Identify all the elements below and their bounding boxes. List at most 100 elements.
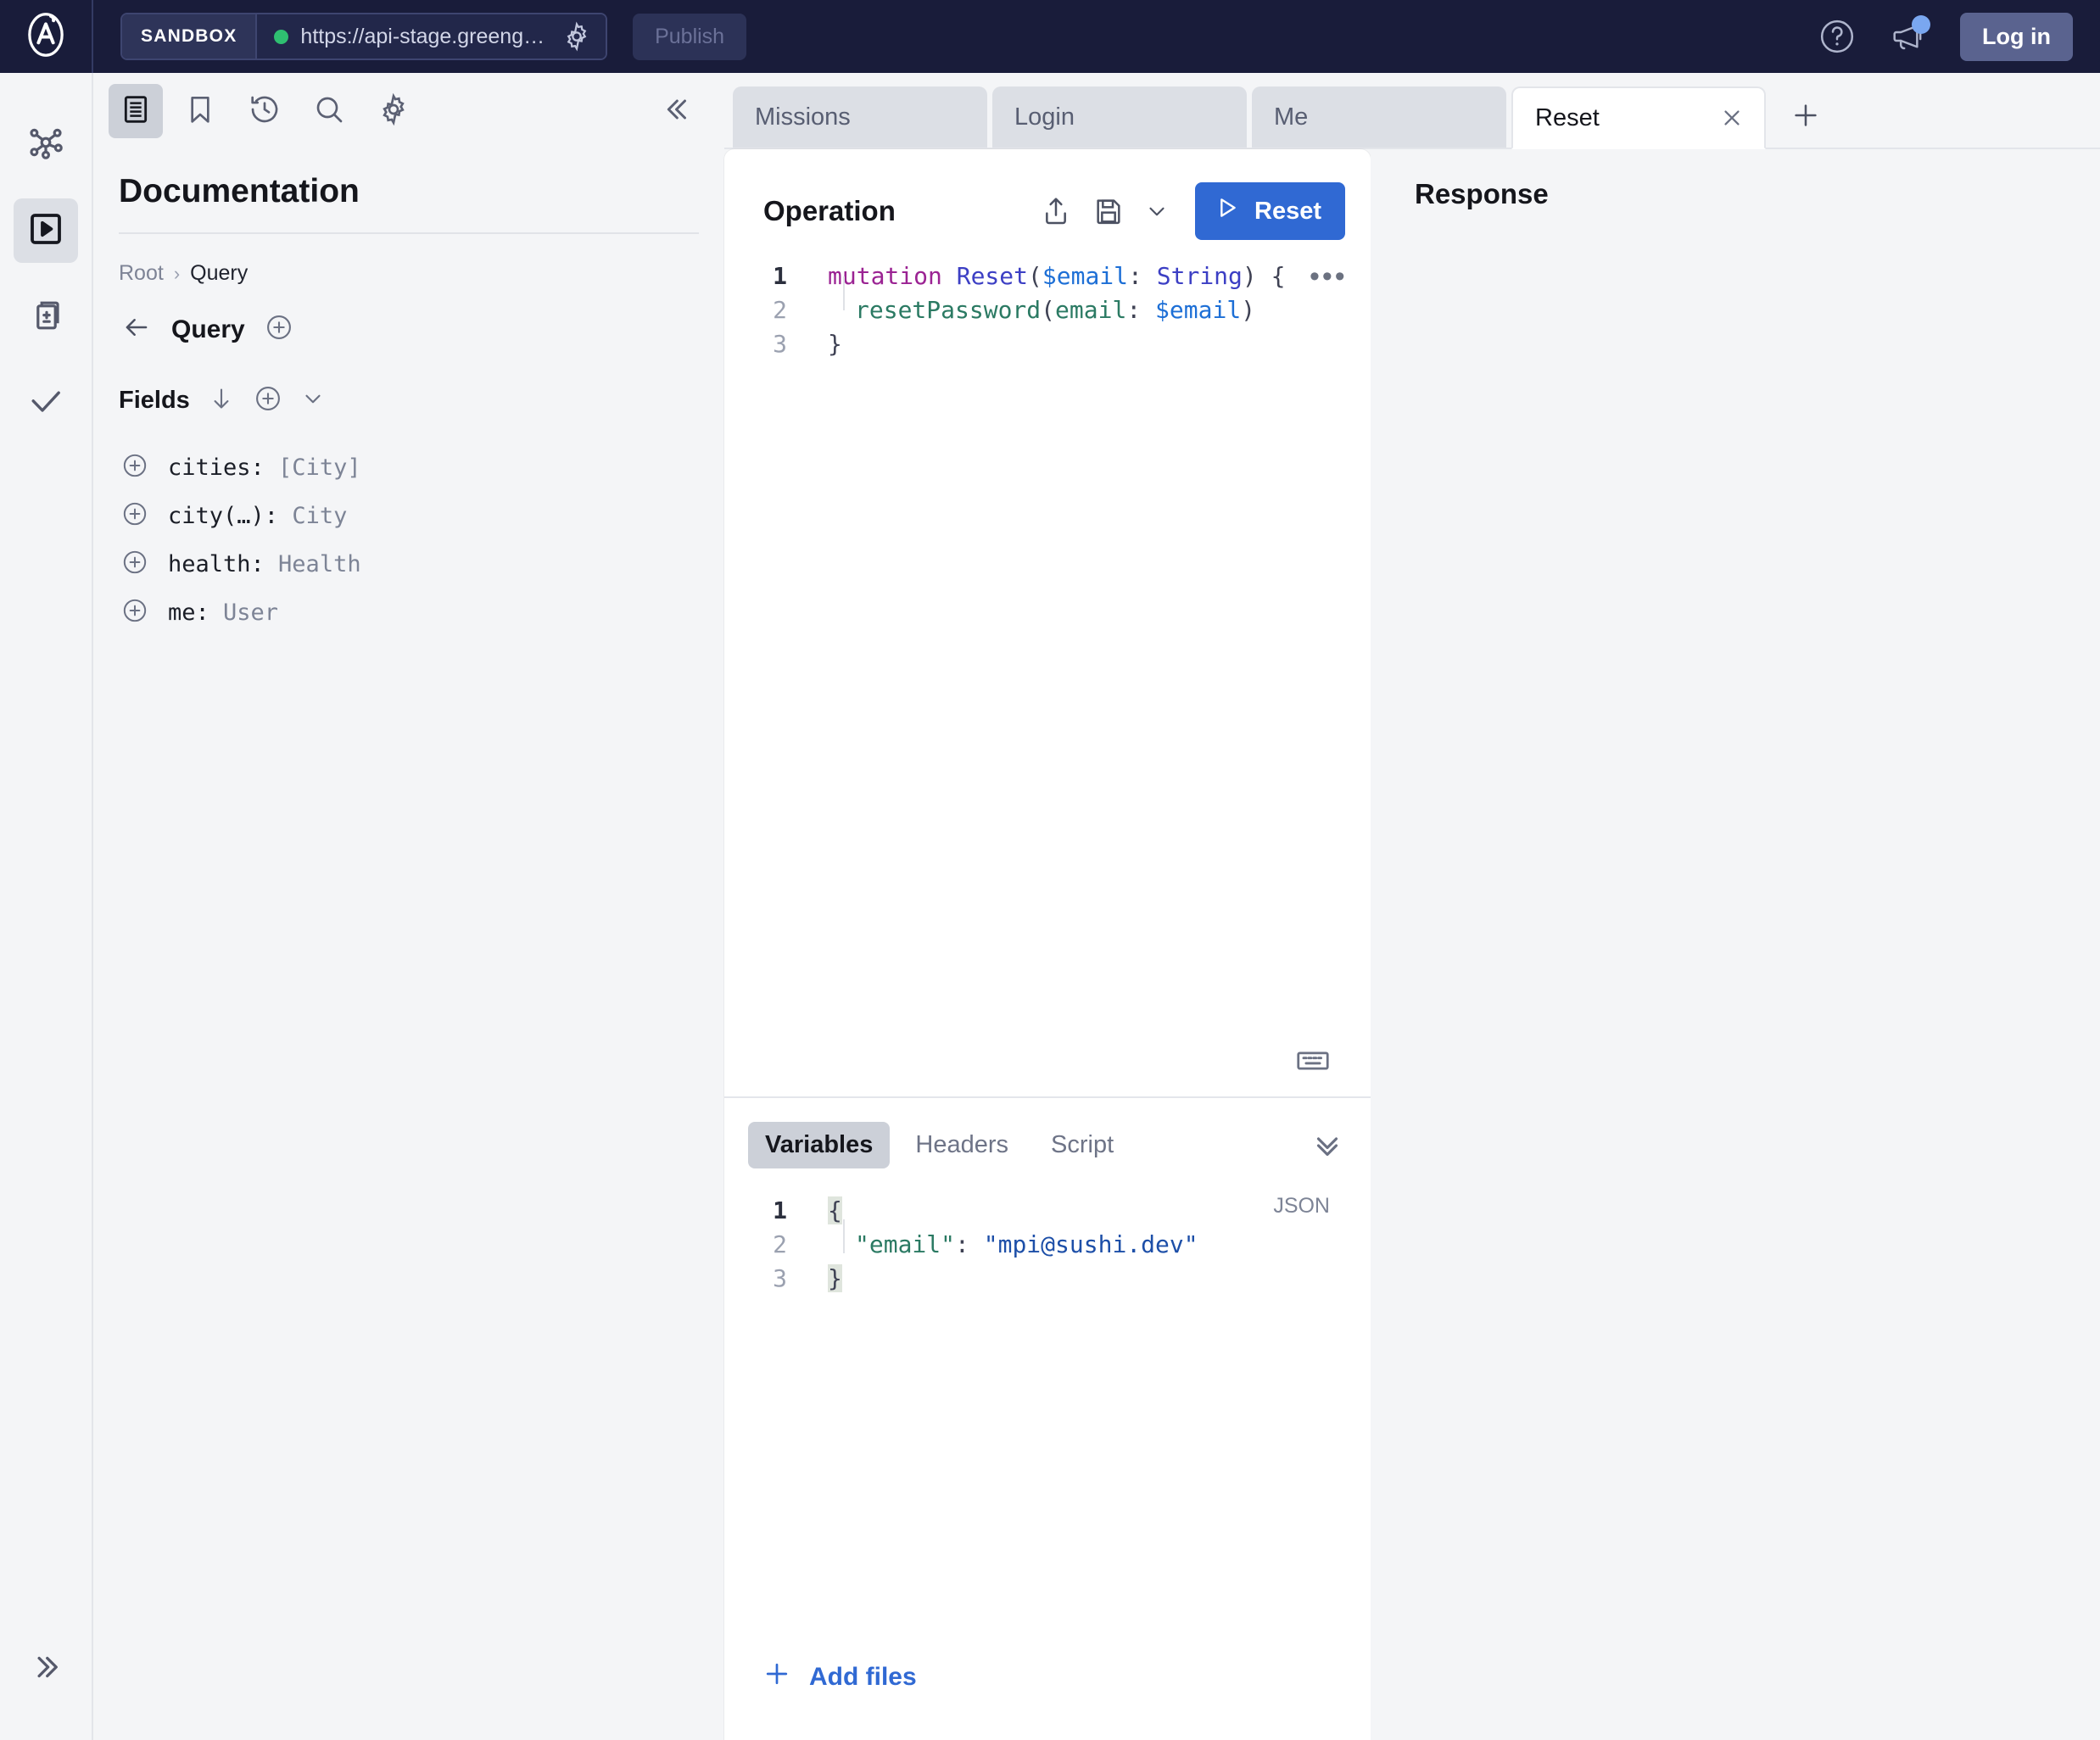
schema-diff-icon: [25, 295, 66, 340]
plus-circle-icon[interactable]: [253, 383, 283, 418]
field-row-city[interactable]: city(…): City: [95, 492, 723, 540]
json-line-2: 2 "email": "mpi@sushi.dev": [724, 1228, 1371, 1262]
sidebar-item-checks[interactable]: [14, 371, 78, 436]
bookmark-icon: [183, 92, 217, 131]
megaphone-icon[interactable]: [1889, 15, 1931, 56]
tab-label: Missions: [755, 103, 851, 131]
top-bar: SANDBOX https://api-stage.greeng… Publis…: [0, 0, 2100, 73]
save-floppy-icon[interactable]: [1092, 194, 1125, 228]
field-signature: city(…): City: [168, 503, 348, 529]
notification-badge: [1912, 15, 1931, 34]
field-signature: cities: [City]: [168, 455, 361, 481]
plus-icon: [1790, 99, 1822, 136]
code-line-3: 3 }: [724, 327, 1371, 361]
chevron-double-left-icon: [662, 92, 695, 131]
tab-label: Reset: [1535, 103, 1600, 131]
settings-icon-button[interactable]: [366, 84, 421, 138]
field-row-cities[interactable]: cities: [City]: [95, 443, 723, 492]
documentation-icon-button[interactable]: [109, 84, 163, 138]
tab-label: Me: [1274, 103, 1309, 131]
sidebar-item-graph[interactable]: [14, 112, 78, 176]
add-files-button[interactable]: Add files: [724, 1659, 1371, 1740]
tab-headers[interactable]: Headers: [898, 1122, 1025, 1168]
code-line-2: 2 resetPassword(email: $email): [724, 293, 1371, 327]
endpoint-url-pill[interactable]: SANDBOX https://api-stage.greeng…: [120, 13, 608, 60]
settings-icon: [377, 92, 411, 131]
plus-icon: [762, 1659, 792, 1696]
sandbox-badge: SANDBOX: [122, 14, 258, 59]
keyboard-icon[interactable]: [1294, 1042, 1332, 1079]
share-upload-icon[interactable]: [1039, 194, 1073, 228]
sidebar-item-schema-diff[interactable]: [14, 285, 78, 349]
ellipsis-icon[interactable]: •••: [1310, 262, 1348, 291]
operation-editor[interactable]: 1 mutation Reset($email: String) { 2 res…: [724, 244, 1371, 1096]
expand-rail-button[interactable]: [14, 1637, 78, 1701]
operation-tab-bar: Missions Login Me Reset: [724, 73, 2100, 149]
close-icon[interactable]: [1718, 104, 1745, 131]
json-line-3: 3 }: [724, 1262, 1371, 1296]
plus-circle-icon[interactable]: [120, 548, 149, 581]
page-title: Documentation: [119, 173, 360, 209]
tab-login[interactable]: Login: [992, 86, 1247, 148]
arrow-left-icon[interactable]: [120, 311, 153, 348]
fields-list: cities: [City] city(…): City health: Hea…: [95, 418, 723, 637]
line-number: 1: [773, 262, 787, 290]
history-icon: [248, 92, 282, 131]
field-signature: me: User: [168, 600, 279, 626]
code-text: mutation Reset($email: String) {: [828, 262, 1286, 290]
arrow-down-icon[interactable]: [207, 384, 236, 417]
sidebar-item-explorer[interactable]: [14, 198, 78, 263]
json-text: "email": "mpi@sushi.dev": [855, 1230, 1198, 1258]
tab-reset[interactable]: Reset: [1511, 86, 1766, 149]
graph-icon: [25, 122, 66, 167]
plus-circle-icon[interactable]: [264, 312, 294, 347]
variables-editor[interactable]: JSON 1 { 2 "email": "mpi@sushi.dev" 3 }: [724, 1168, 1371, 1659]
code-line-1: 1 mutation Reset($email: String) {: [724, 259, 1371, 293]
breadcrumb-separator: ›: [173, 262, 181, 284]
breadcrumb-current: Query: [190, 261, 249, 285]
tab-variables[interactable]: Variables: [748, 1122, 891, 1168]
collapse-panel-button[interactable]: [651, 84, 706, 138]
play-triangle-icon: [1214, 194, 1241, 228]
chevron-down-icon[interactable]: [1144, 198, 1170, 224]
line-number: 2: [773, 1230, 787, 1258]
field-signature: health: Health: [168, 551, 361, 577]
breadcrumb-root[interactable]: Root: [119, 261, 164, 286]
doc-nav: Query: [95, 286, 723, 348]
chevron-double-right-icon: [28, 1649, 64, 1689]
field-row-me[interactable]: me: User: [95, 588, 723, 637]
run-operation-button[interactable]: Reset: [1195, 182, 1345, 240]
fields-label: Fields: [119, 387, 190, 414]
apollo-logo[interactable]: [0, 0, 93, 73]
operation-card: Operation Reset 1 mutation Reset($email:…: [724, 149, 1371, 1740]
operation-header: Operation Reset: [724, 149, 1371, 244]
chevron-double-down-icon[interactable]: [1310, 1128, 1345, 1163]
variables-panel: Variables Headers Script JSON 1 { 2 "ema…: [724, 1098, 1371, 1740]
variables-tab-bar: Variables Headers Script: [724, 1098, 1371, 1168]
plus-circle-icon[interactable]: [120, 596, 149, 629]
chevron-down-icon[interactable]: [300, 386, 326, 415]
documentation-icon: [119, 92, 153, 131]
help-circle-icon[interactable]: [1818, 17, 1857, 56]
operation-title: Operation: [763, 195, 896, 226]
workspace: Operation Reset 1 mutation Reset($email:…: [724, 149, 2100, 1740]
tab-me[interactable]: Me: [1252, 86, 1506, 148]
plus-circle-icon[interactable]: [120, 451, 149, 484]
line-number: 3: [773, 1264, 787, 1292]
plus-circle-icon[interactable]: [120, 499, 149, 533]
gear-icon[interactable]: [561, 21, 592, 52]
fields-section-header: Fields: [95, 348, 723, 418]
bookmark-icon-button[interactable]: [173, 84, 227, 138]
search-icon-button[interactable]: [302, 84, 356, 138]
endpoint-url-field[interactable]: https://api-stage.greeng…: [257, 14, 606, 59]
line-number: 1: [773, 1196, 787, 1224]
login-button[interactable]: Log in: [1960, 12, 2073, 61]
tab-missions[interactable]: Missions: [733, 86, 987, 148]
history-icon-button[interactable]: [237, 84, 292, 138]
endpoint-url-text: https://api-stage.greeng…: [300, 24, 545, 48]
json-text: {: [828, 1196, 842, 1224]
new-tab-button[interactable]: [1776, 86, 1835, 148]
tab-script[interactable]: Script: [1034, 1122, 1131, 1168]
field-row-health[interactable]: health: Health: [95, 540, 723, 588]
publish-button[interactable]: Publish: [633, 13, 747, 60]
